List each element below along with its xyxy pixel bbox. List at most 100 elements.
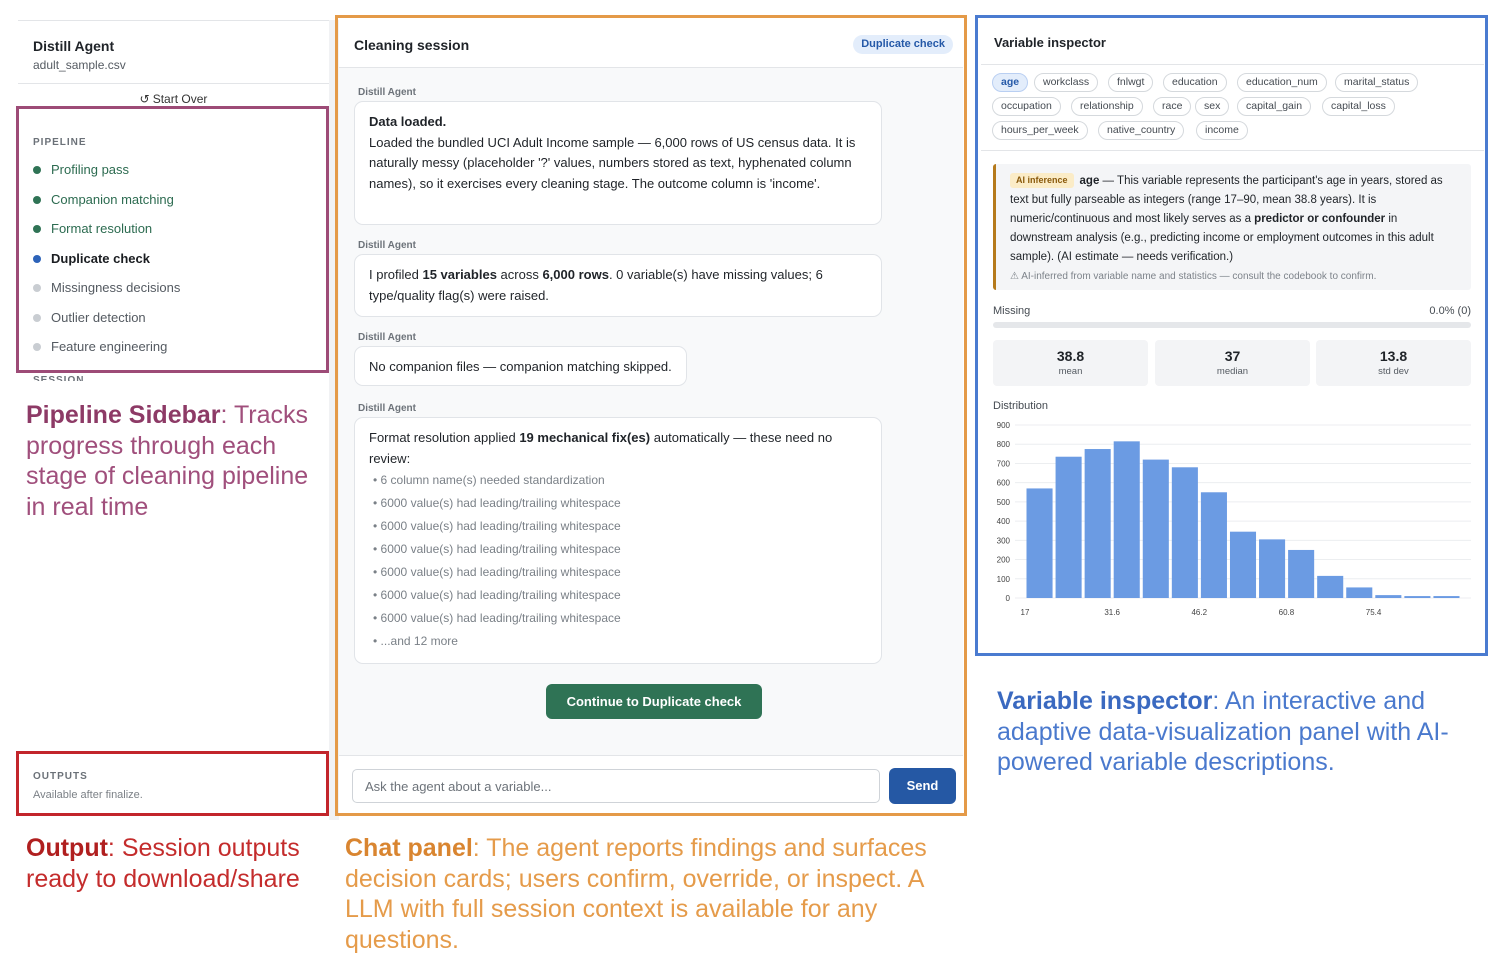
y-tick-label: 100 [997,575,1011,584]
variable-chip-age[interactable]: age [992,73,1029,92]
variable-chip-relationship[interactable]: relationship [1071,97,1143,116]
variable-chip-fnlwgt[interactable]: fnlwgt [1108,73,1154,92]
app-header: Distill Agent adult_sample.csv [18,20,329,84]
stat-card-mean: 38.8 mean [993,340,1148,386]
chat-title: Cleaning session [354,37,470,53]
list-item: • 6000 value(s) had leading/trailing whi… [373,611,621,625]
y-tick-label: 500 [997,498,1011,507]
stage-label: Feature engineering [51,339,168,354]
stat-value: 13.8 [1379,348,1408,364]
caption-title: Variable inspector [997,687,1213,715]
y-tick-label: 300 [997,536,1011,545]
message-title: Data loaded. [369,114,447,129]
stat-card-median: 37 median [1155,340,1310,386]
variable-chip-occupation[interactable]: occupation [992,97,1061,116]
message-text: across [496,267,543,282]
list-item: • 6000 value(s) had leading/trailing whi… [373,519,621,533]
row-count: 6,000 rows [542,267,609,282]
status-dot-icon [33,225,41,233]
variable-chip-capital-gain[interactable]: capital_gain [1237,97,1312,116]
list-item: • 6000 value(s) had leading/trailing whi… [373,588,621,602]
stat-label: median [1216,366,1249,377]
distribution-histogram: 0 100 200 300 400 500 600 700 800 900 17 31.6 46.2 60… [997,421,1471,617]
histogram-bar [1317,575,1344,598]
stage-format-resolution[interactable]: Format resolution [33,219,152,239]
variable-chip-race[interactable]: race [1153,97,1192,116]
app-title: Distill Agent [33,38,115,54]
ai-description: AI inference age — This variable represen… [1010,172,1457,267]
stage-companion-matching[interactable]: Companion matching [33,190,174,210]
message-format-resolution: Format resolution applied 19 mechanical … [354,417,882,664]
variable-chip-education[interactable]: education [1163,73,1227,92]
y-tick-label: 700 [997,459,1011,468]
message-body: Loaded the bundled UCI Adult Income samp… [369,134,856,191]
x-tick-label: 31.6 [1104,608,1120,617]
histogram-bar [1346,587,1373,598]
list-item: • 6000 value(s) had leading/trailing whi… [373,565,621,579]
histogram-bar [1288,549,1315,598]
ai-variable-name: age [1079,175,1100,187]
histogram-bar [1259,539,1286,598]
histogram-bar [1084,449,1111,598]
distribution-label: Distribution [993,400,1049,412]
status-dot-icon [33,314,41,322]
inspector-header: Variable inspector [981,20,1484,65]
stat-card-std-dev: 13.8 std dev [1316,340,1471,386]
variable-chip-workclass[interactable]: workclass [1034,73,1099,92]
histogram-bar [1026,488,1053,598]
variable-chip-income[interactable]: income [1196,121,1248,140]
status-dot-icon [33,343,41,351]
send-button[interactable]: Send [889,768,956,804]
continue-button[interactable]: Continue to Duplicate check [546,684,762,719]
variable-chip-hours-per-week[interactable]: hours_per_week [992,121,1088,140]
chat-footer: Send [339,755,963,812]
start-over-button[interactable]: ↺ Start Over [18,90,329,110]
list-item: • 6000 value(s) had leading/trailing whi… [373,496,621,510]
variable-chip-capital-loss[interactable]: capital_loss [1322,97,1395,116]
fix-count: 19 mechanical fix(es) [519,430,651,445]
variable-chip-native-country[interactable]: native_country [1098,121,1185,140]
variable-chip-sex[interactable]: sex [1195,97,1230,116]
stat-label: std dev [1378,366,1409,377]
stage-profiling-pass[interactable]: Profiling pass [33,160,129,180]
stage-outlier-detection[interactable]: Outlier detection [33,308,146,328]
stage-missingness-decisions[interactable]: Missingness decisions [33,278,180,298]
message-author: Distill Agent [358,87,416,98]
chips-divider [981,150,1484,151]
message-body: Format resolution applied 19 mechanical … [369,428,867,469]
ai-inference-box: AI inference age — This variable represen… [993,164,1471,290]
inspector-caption: Variable inspector: An interactive and a… [997,686,1477,778]
message-author: Distill Agent [358,403,416,414]
variable-chip-education-num[interactable]: education_num [1237,73,1327,92]
histogram-bar [1375,595,1402,598]
variable-count: 15 variables [422,267,497,282]
message-companion: No companion files — companion matching … [354,346,687,386]
stage-label: Duplicate check [51,251,150,266]
list-item: • 6 column name(s) needed standardizatio… [373,473,605,487]
file-name: adult_sample.csv [33,58,126,72]
missing-row: Missing 0.0% (0) [993,305,1471,317]
inspector-title: Variable inspector [994,35,1106,50]
x-tick-label: 60.8 [1279,608,1295,617]
caption-title: Chat panel [345,834,473,862]
outputs-label: OUTPUTS [33,771,88,782]
stat-value: 37 [1224,348,1241,364]
ai-inference-badge: AI inference [1010,173,1074,188]
stage-duplicate-check[interactable]: Duplicate check [33,249,150,269]
stage-feature-engineering[interactable]: Feature engineering [33,337,167,357]
variable-chip-marital-status[interactable]: marital_status [1335,73,1419,92]
stat-label: mean [1058,366,1083,377]
stage-label: Missingness decisions [51,280,181,295]
status-dot-icon [33,166,41,174]
stat-value: 38.8 [1056,348,1085,364]
message-author: Distill Agent [358,240,416,251]
x-tick-label: 75.4 [1366,608,1382,617]
ai-role: predictor or confounder [1254,213,1386,225]
chat-input[interactable] [352,769,880,803]
histogram-bar [1404,596,1431,598]
list-item: • 6000 value(s) had leading/trailing whi… [373,542,621,556]
stage-label: Format resolution [51,221,153,236]
histogram-bar [1229,531,1257,598]
status-dot-icon [33,284,41,292]
pipeline-label: PIPELINE [33,137,87,148]
